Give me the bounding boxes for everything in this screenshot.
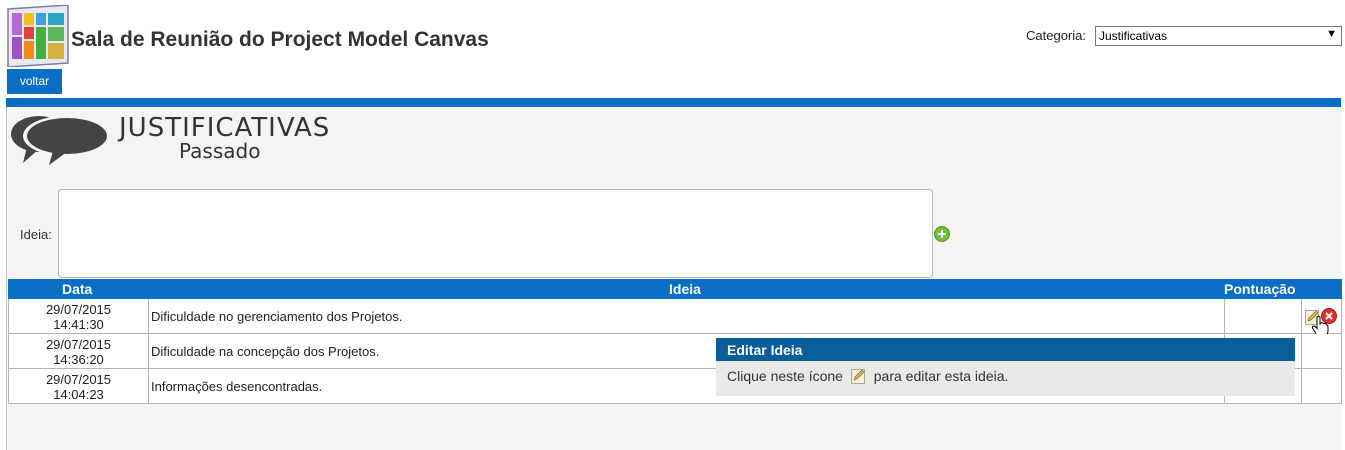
row-idea: Informações desencontradas. [151,379,323,394]
main-panel: JUSTIFICATIVAS Passado Ideia: Data Ideia… [6,107,1342,450]
speech-bubbles-icon [11,116,107,165]
row-date: 29/07/2015 [45,302,112,317]
row-score [1224,299,1302,333]
row-date-cell: 29/07/2015 14:36:20 [9,334,149,368]
tooltip-text-before: Clique neste ícone [727,368,843,384]
dropdown-arrow-icon: ▼ [1326,28,1337,40]
table-row: 29/07/2015 14:41:30 Dificuldade no geren… [8,299,1342,337]
tooltip-title: Editar Ideia [716,338,1295,361]
row-date: 29/07/2015 [45,372,112,387]
row-time: 14:36:20 [53,352,104,367]
row-idea: Dificuldade no gerenciamento dos Projeto… [151,309,403,324]
category-label: Categoria: [1026,28,1086,43]
row-date: 29/07/2015 [45,337,112,352]
tooltip-body: Clique neste ícone para editar esta idei… [716,361,1295,391]
section-subtitle: Passado [179,139,261,163]
row-date-cell: 29/07/2015 14:04:23 [9,369,149,403]
column-header-idea: Ideia [669,281,701,297]
add-icon[interactable] [934,226,950,242]
table-header: Data Ideia Pontuação [8,279,1342,299]
idea-field-label: Ideia: [20,227,52,242]
tooltip-text-after: para editar esta ideia. [873,368,1009,384]
top-accent-bar [6,98,1341,107]
category-select[interactable]: Justificativas ▼ [1095,26,1342,46]
idea-textarea[interactable] [58,189,933,278]
row-time: 14:04:23 [53,387,104,402]
page-title: Sala de Reunião do Project Model Canvas [71,28,489,51]
category-select-value: Justificativas [1099,29,1168,43]
edit-icon [850,369,865,384]
column-header-score: Pontuação [1224,281,1296,297]
app-logo [7,5,69,67]
edit-idea-tooltip: Editar Ideia Clique neste ícone para edi… [716,338,1295,396]
column-header-date: Data [62,281,93,297]
row-idea: Dificuldade na concepção dos Projetos. [151,344,380,359]
row-time: 14:41:30 [53,317,104,332]
back-button[interactable]: voltar [7,69,62,94]
row-date-cell: 29/07/2015 14:41:30 [9,299,149,333]
